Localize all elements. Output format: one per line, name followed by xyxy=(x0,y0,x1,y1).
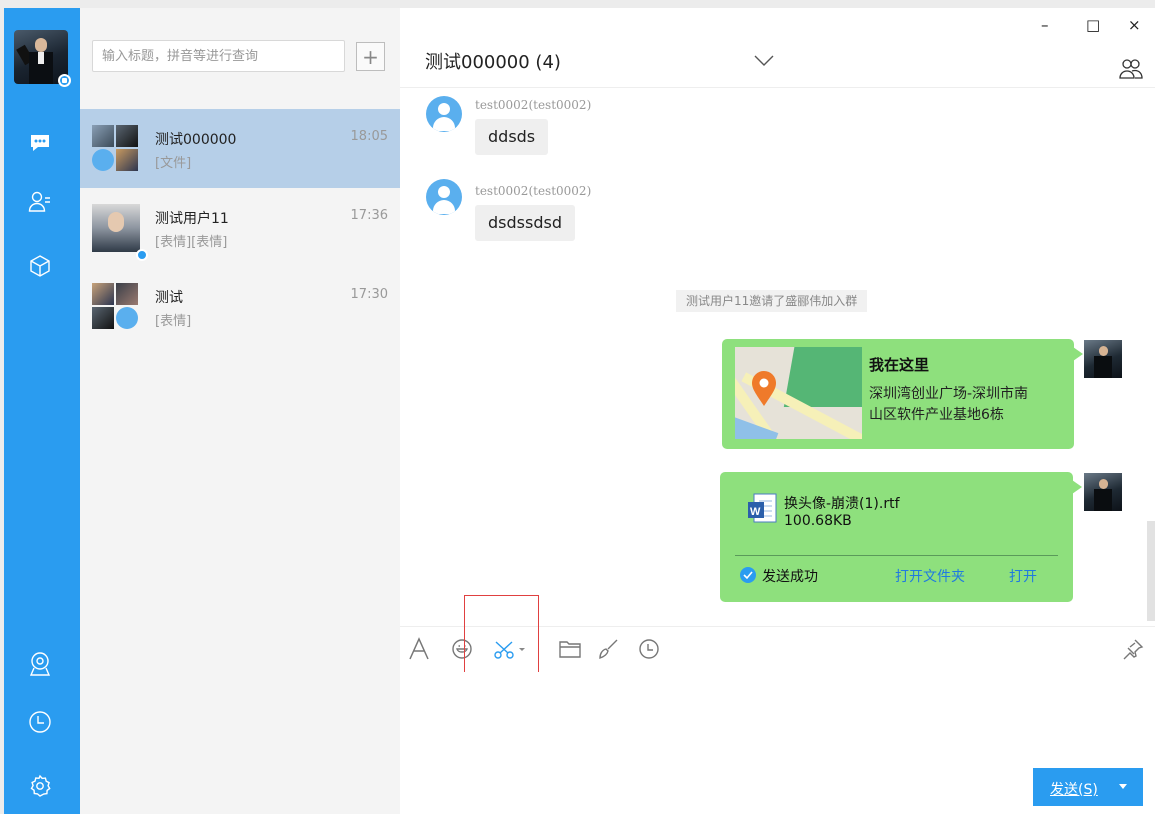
session-item[interactable]: 测试用户11 17:36 [表情][表情] xyxy=(80,188,400,267)
chat-pane: 测试000000 (4) – □ × test0002(test0002) dd… xyxy=(400,8,1155,814)
webcam-icon[interactable] xyxy=(26,650,54,678)
location-card[interactable]: 我在这里 深圳湾创业广场-深圳市南 山区软件产业基地6栋 xyxy=(722,339,1083,449)
left-nav xyxy=(4,8,80,814)
file-status: 发送成功 xyxy=(762,569,818,585)
session-time: 17:30 xyxy=(350,287,388,302)
message-sender: test0002(test0002) xyxy=(475,98,592,112)
folder-icon[interactable] xyxy=(558,637,582,661)
map-pin-icon xyxy=(752,371,776,406)
chat-header: 测试000000 (4) – □ × xyxy=(400,8,1155,88)
message-sender: test0002(test0002) xyxy=(475,184,592,198)
file-card[interactable]: W 换头像-崩溃(1).rtf 100.68KB 发送成功 打开文件夹 打开 xyxy=(720,472,1082,602)
message-bubble[interactable]: ddsds xyxy=(475,119,549,155)
brush-icon[interactable] xyxy=(597,637,619,661)
scrollbar-thumb[interactable] xyxy=(1147,521,1155,621)
file-name: 换头像-崩溃(1).rtf xyxy=(784,496,900,512)
font-icon[interactable] xyxy=(408,637,430,661)
session-item[interactable]: 测试000000 18:05 [文件] xyxy=(80,109,400,188)
my-avatar-small xyxy=(1084,473,1122,511)
online-badge-icon xyxy=(136,249,148,261)
settings-icon[interactable] xyxy=(26,772,54,800)
check-circle-icon xyxy=(740,567,756,583)
close-button[interactable]: × xyxy=(1128,16,1141,34)
file-size: 100.68KB xyxy=(784,513,852,529)
svg-text:W: W xyxy=(750,506,761,518)
system-notice: 测试用户11邀请了盛郦伟加入群 xyxy=(676,290,868,312)
plus-icon: + xyxy=(362,44,379,69)
chat-title: 测试000000 (4) xyxy=(425,52,561,73)
pin-icon[interactable] xyxy=(1122,637,1144,661)
divider xyxy=(735,555,1058,556)
group-avatar xyxy=(92,283,140,331)
send-label: 发送(S) xyxy=(1050,782,1098,798)
send-options-icon[interactable] xyxy=(1119,784,1127,789)
open-folder-link[interactable]: 打开文件夹 xyxy=(895,566,965,586)
contacts-icon[interactable] xyxy=(26,188,54,216)
minimize-button[interactable]: – xyxy=(1041,16,1049,34)
user-avatar-icon xyxy=(426,96,462,132)
search-input[interactable] xyxy=(92,40,345,72)
user-avatar xyxy=(92,204,140,252)
app-window: + 测试000000 18:05 [文件] 测试用户11 17:36 [表情][… xyxy=(4,8,1155,814)
my-avatar-small xyxy=(1084,340,1122,378)
chevron-down-icon[interactable] xyxy=(754,52,774,71)
session-name: 测试 xyxy=(155,290,183,306)
map-thumbnail xyxy=(735,347,862,439)
session-preview: [文件] xyxy=(155,156,192,171)
session-time: 17:36 xyxy=(350,208,388,223)
open-file-link[interactable]: 打开 xyxy=(1009,566,1037,586)
group-members-icon[interactable] xyxy=(1118,58,1144,84)
session-name: 测试用户11 xyxy=(155,211,229,227)
send-button[interactable]: 发送(S) xyxy=(1033,768,1143,806)
session-name: 测试000000 xyxy=(155,132,237,148)
location-address-2: 山区软件产业基地6栋 xyxy=(869,407,1004,423)
maximize-button[interactable]: □ xyxy=(1086,16,1100,34)
user-avatar-icon xyxy=(426,179,462,215)
group-avatar xyxy=(92,125,140,173)
message-input[interactable] xyxy=(400,672,1155,762)
message-bubble[interactable]: dsdssdsd xyxy=(475,205,575,241)
session-item[interactable]: 测试 17:30 [表情] xyxy=(80,267,400,346)
history-icon[interactable] xyxy=(638,637,660,661)
word-doc-icon: W xyxy=(748,493,777,523)
add-button[interactable]: + xyxy=(356,42,385,71)
location-title: 我在这里 xyxy=(869,356,930,374)
session-preview: [表情] xyxy=(155,314,192,329)
apps-cube-icon[interactable] xyxy=(26,252,54,280)
message-scrollbar[interactable] xyxy=(1146,89,1155,625)
message-area: test0002(test0002) ddsds test0002(test00… xyxy=(400,89,1145,625)
session-time: 18:05 xyxy=(350,129,388,144)
session-preview: [表情][表情] xyxy=(155,235,228,250)
status-dot-icon xyxy=(58,74,71,87)
location-address-1: 深圳湾创业广场-深圳市南 xyxy=(869,386,1029,402)
session-list: + 测试000000 18:05 [文件] 测试用户11 17:36 [表情][… xyxy=(80,8,400,814)
chat-icon[interactable] xyxy=(26,129,54,157)
clock-icon[interactable] xyxy=(26,708,54,736)
screenshot-highlight-box xyxy=(464,595,539,682)
